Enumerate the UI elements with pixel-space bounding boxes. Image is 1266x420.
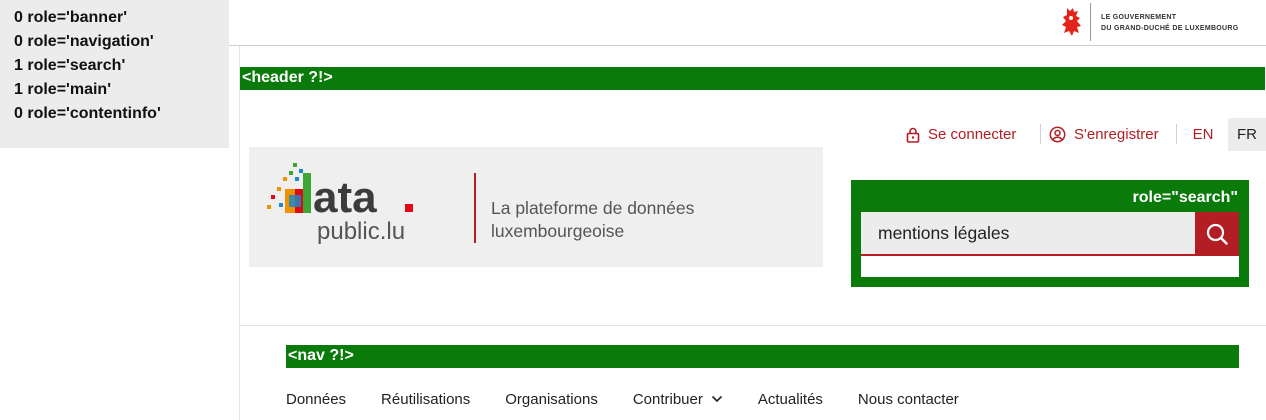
register-label: S'enregistrer: [1074, 126, 1159, 143]
main-nav: Données Réutilisations Organisations Con…: [286, 389, 994, 409]
search-region: role="search": [851, 180, 1249, 287]
content-left-border: [239, 46, 240, 420]
search-form: [861, 212, 1239, 277]
landmark-search-count: 1 role='search': [14, 57, 126, 74]
auth-separator: [1176, 124, 1177, 144]
gov-name[interactable]: Le gouvernement du Grand-Duché de Luxemb…: [1101, 12, 1239, 34]
login-label: Se connecter: [928, 126, 1017, 143]
red-lion-icon[interactable]: [1059, 6, 1085, 38]
landmark-banner-count: 0 role='banner': [14, 9, 127, 26]
register-link[interactable]: S'enregistrer: [1049, 118, 1159, 151]
landmark-contentinfo-count: 0 role='contentinfo': [14, 105, 161, 122]
login-link[interactable]: Se connecter: [906, 118, 1016, 151]
gov-divider: [1090, 3, 1091, 41]
user-circle-icon: [1049, 126, 1066, 143]
auth-separator: [1040, 124, 1041, 144]
language-en[interactable]: EN: [1183, 118, 1223, 151]
header-separator: [240, 325, 1266, 326]
landmark-navigation-count: 0 role='navigation': [14, 33, 154, 50]
site-tagline: La plateforme de données luxembourgeoise: [491, 198, 695, 241]
lock-icon: [906, 127, 920, 143]
nav-item-organisations[interactable]: Organisations: [505, 389, 598, 409]
chevron-down-icon: [711, 395, 723, 403]
nav-item-contribuer[interactable]: Contribuer: [633, 389, 723, 409]
search-input[interactable]: [861, 212, 1195, 256]
landmark-summary-panel: 0 role='banner' 0 role='navigation' 1 ro…: [0, 0, 229, 148]
brand-divider: [474, 173, 476, 243]
nav-item-nous-contacter[interactable]: Nous contacter: [858, 389, 959, 409]
landmark-main-count: 1 role='main': [14, 81, 111, 98]
nav-item-donnees[interactable]: Données: [286, 389, 346, 409]
site-brand: ata public.lu La plateforme de données l…: [249, 147, 823, 267]
language-fr[interactable]: FR: [1228, 118, 1266, 151]
data-public-lu-logo[interactable]: ata public.lu: [265, 159, 425, 250]
nav-debug-marker: <nav ?!>: [286, 345, 1239, 368]
search-button[interactable]: [1195, 212, 1239, 256]
svg-text:ata: ata: [313, 173, 377, 222]
government-bar: Le gouvernement du Grand-Duché de Luxemb…: [229, 0, 1266, 46]
logo-subtext: public.lu: [317, 218, 405, 245]
nav-item-reutilisations[interactable]: Réutilisations: [381, 389, 470, 409]
header-debug-marker: <header ?!>: [240, 67, 1265, 90]
search-icon: [1205, 222, 1229, 246]
nav-item-actualites[interactable]: Actualités: [758, 389, 823, 409]
search-debug-marker: role="search": [1132, 189, 1238, 206]
